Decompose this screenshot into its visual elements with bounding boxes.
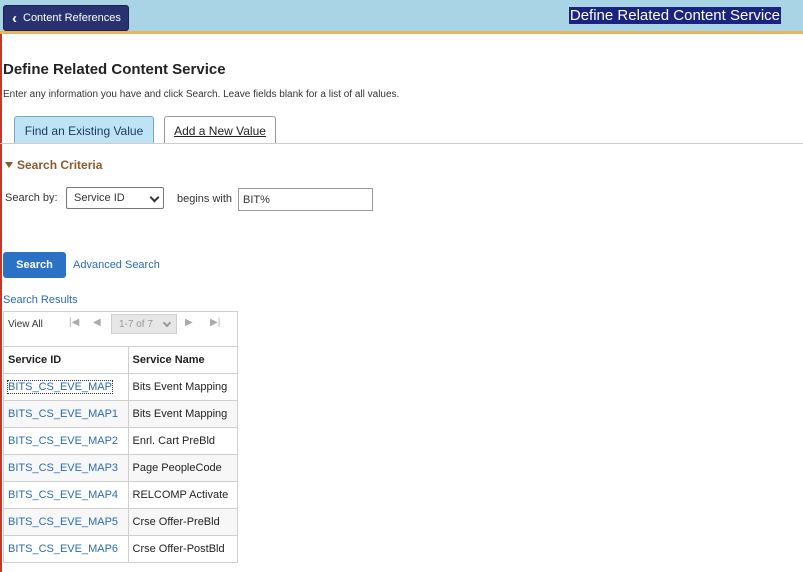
service-id-cell[interactable]: BITS_CS_EVE_MAP3	[4, 453, 129, 481]
table-row[interactable]: BITS_CS_EVE_MAP5 Crse Offer-PreBld	[4, 507, 237, 535]
service-name-cell[interactable]: Crse Offer-PreBld	[128, 507, 237, 535]
banner-heading: Define Related Content Service	[568, 7, 781, 24]
chevron-down-icon	[149, 192, 160, 203]
table-row[interactable]: BITS_CS_EVE_MAP Bits Event Mapping	[4, 372, 237, 400]
tab-add-new-value[interactable]: Add a New Value	[164, 116, 276, 144]
back-button-label: Content References	[23, 12, 121, 24]
view-all-link[interactable]: View All	[8, 319, 43, 330]
pager-select[interactable]: 1-7 of 7	[111, 314, 177, 334]
table-row[interactable]: BITS_CS_EVE_MAP3 Page PeopleCode	[4, 453, 237, 481]
content-references-button[interactable]: ‹ Content References	[3, 5, 129, 31]
tab-find-existing-value[interactable]: Find an Existing Value	[14, 116, 154, 144]
service-name-cell[interactable]: Enrl. Cart PreBld	[128, 426, 237, 454]
service-id-cell[interactable]: BITS_CS_EVE_MAP5	[4, 507, 129, 535]
search-criteria-label: Search Criteria	[17, 158, 103, 172]
previous-page-icon[interactable]: ◀	[93, 317, 101, 328]
results-table: Service ID Service Name BITS_CS_EVE_MAP …	[4, 347, 237, 562]
triangle-down-icon	[5, 162, 13, 168]
search-field-select[interactable]: Service ID	[66, 187, 164, 209]
service-id-cell[interactable]: BITS_CS_EVE_MAP6	[4, 534, 129, 562]
service-name-cell[interactable]: Bits Event Mapping	[128, 399, 237, 427]
page-title: Define Related Content Service	[3, 61, 226, 78]
table-row[interactable]: BITS_CS_EVE_MAP6 Crse Offer-PostBld	[4, 534, 237, 562]
operator-label: begins with	[177, 193, 233, 205]
service-name-cell[interactable]: Crse Offer-PostBld	[128, 534, 237, 562]
service-id-cell[interactable]: BITS_CS_EVE_MAP2	[4, 426, 129, 454]
table-row[interactable]: BITS_CS_EVE_MAP2 Enrl. Cart PreBld	[4, 426, 237, 454]
search-by-label: Search by:	[5, 192, 58, 204]
table-row[interactable]: BITS_CS_EVE_MAP4 RELCOMP Activate	[4, 480, 237, 508]
column-header-service-id[interactable]: Service ID	[4, 347, 129, 374]
header-banner: ‹ Content References Define Related Cont…	[0, 0, 803, 34]
results-grid: View All |◀ ◀ 1-7 of 7 ▶ ▶| Service ID S…	[3, 311, 238, 563]
chevron-left-icon: ‹	[12, 9, 17, 27]
pager-value: 1-7 of 7	[119, 318, 153, 330]
instructions-text: Enter any information you have and click…	[3, 89, 400, 100]
service-name-cell[interactable]: RELCOMP Activate	[128, 480, 237, 508]
tab-add-label: Add a New Value	[174, 123, 266, 138]
table-row[interactable]: BITS_CS_EVE_MAP1 Bits Event Mapping	[4, 399, 237, 427]
search-criteria-toggle[interactable]: Search Criteria	[5, 158, 102, 172]
grid-toolbar: View All |◀ ◀ 1-7 of 7 ▶ ▶|	[4, 312, 237, 347]
service-name-cell[interactable]: Bits Event Mapping	[128, 372, 237, 400]
next-page-icon[interactable]: ▶	[185, 317, 193, 328]
service-name-cell[interactable]: Page PeopleCode	[128, 453, 237, 481]
search-value-input[interactable]: BIT%	[238, 188, 373, 211]
first-page-icon[interactable]: |◀	[69, 317, 79, 328]
left-edge-rule	[0, 0, 2, 572]
last-page-icon[interactable]: ▶|	[210, 317, 220, 328]
service-id-cell[interactable]: BITS_CS_EVE_MAP	[4, 372, 129, 400]
advanced-search-link[interactable]: Advanced Search	[73, 259, 160, 271]
column-header-service-name[interactable]: Service Name	[128, 347, 237, 374]
search-field-value: Service ID	[74, 192, 125, 204]
search-button[interactable]: Search	[3, 252, 66, 278]
tabs-divider	[0, 143, 803, 144]
service-id-cell[interactable]: BITS_CS_EVE_MAP1	[4, 399, 129, 427]
search-results-label: Search Results	[3, 294, 78, 306]
service-id-cell[interactable]: BITS_CS_EVE_MAP4	[4, 480, 129, 508]
chevron-down-icon	[162, 318, 172, 328]
service-id-link[interactable]: BITS_CS_EVE_MAP	[7, 379, 113, 394]
